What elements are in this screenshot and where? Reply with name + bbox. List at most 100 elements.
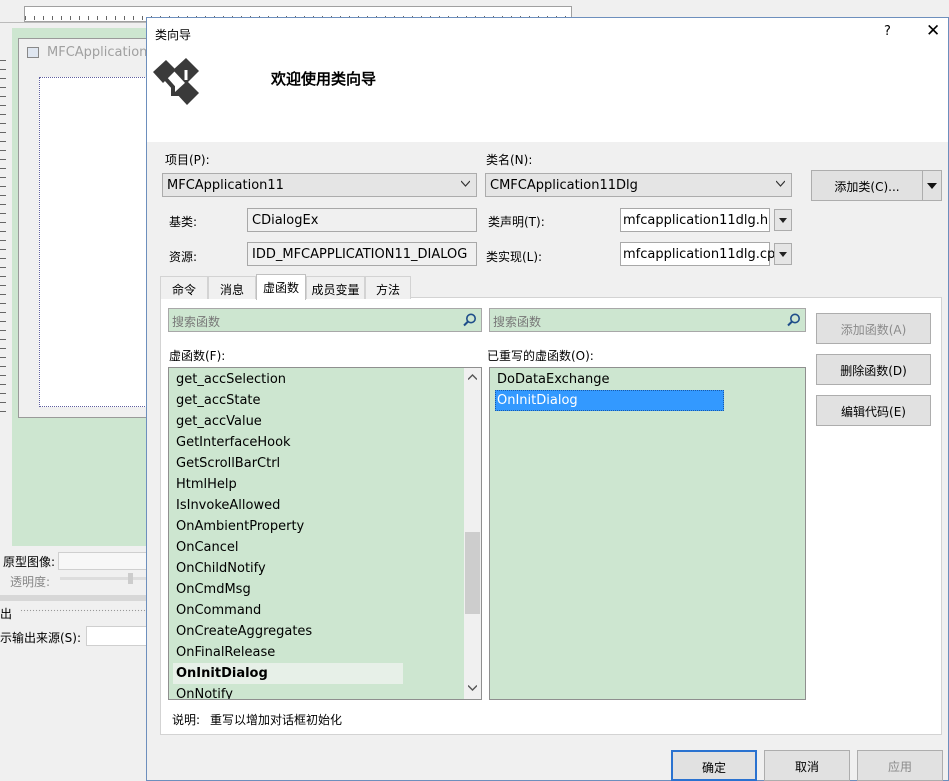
tab-member-variables[interactable]: 成员变量 (306, 276, 365, 299)
class-declaration-label: 类声明(T): (488, 215, 545, 229)
list-item[interactable]: OnCmdMsg (176, 579, 251, 600)
close-button[interactable]: ✕ (926, 21, 940, 41)
project-label: 项目(P): (165, 153, 210, 167)
class-declaration-field[interactable]: mfcapplication11dlg.h (620, 208, 770, 232)
dialog-title: 类向导 (155, 28, 192, 42)
list-item[interactable]: OnChildNotify (176, 558, 266, 579)
chevron-down-icon (776, 180, 785, 187)
list-item[interactable]: OnCreateAggregates (176, 621, 312, 642)
classname-label: 类名(N): (486, 153, 533, 167)
class-wizard-dialog: 类向导 ? ✕ 欢迎使用类向导 项目(P): MFCApplication11 … (146, 17, 949, 781)
scrollbar-thumb[interactable] (465, 532, 480, 614)
add-class-label: 添加类(C)... (834, 180, 900, 194)
description-value: 重写以增加对话框初始化 (210, 713, 343, 727)
virtual-functions-list[interactable]: get_accSelection get_accState get_accVal… (168, 367, 482, 700)
resource-field: IDD_MFCAPPLICATION11_DIALOG (247, 242, 477, 266)
output-source-label: 示输出来源(S): (0, 631, 82, 645)
list-item[interactable]: HtmlHelp (176, 474, 237, 495)
prototype-image-field[interactable] (58, 552, 148, 570)
list-item[interactable]: OnCommand (176, 600, 261, 621)
design-form-title: MFCApplication1 (47, 45, 156, 60)
classname-value: CMFCApplication11Dlg (490, 178, 638, 193)
tab-virtual-functions[interactable]: 虚函数 (256, 274, 306, 300)
scroll-down-icon[interactable] (468, 683, 477, 692)
help-button[interactable]: ? (884, 24, 891, 39)
apply-button[interactable]: 应用 (857, 750, 943, 781)
prototype-image-label: 原型图像: (3, 555, 56, 569)
list-item[interactable]: OnAmbientProperty (176, 516, 304, 537)
base-class-value: CDialogEx (252, 213, 319, 228)
search-icon[interactable] (786, 312, 802, 328)
form-app-icon (27, 47, 39, 58)
list-item[interactable]: DoDataExchange (497, 369, 610, 390)
description-label: 说明: (172, 713, 201, 727)
list-item[interactable]: GetInterfaceHook (176, 432, 291, 453)
search-virtual-functions-input[interactable]: 搜索函数 (168, 308, 482, 332)
list-item-selected[interactable]: OnInitDialog (497, 390, 578, 411)
overridden-functions-label: 已重写的虚函数(O): (487, 349, 594, 363)
edit-code-button[interactable]: 编辑代码(E) (816, 395, 931, 426)
classname-combo[interactable]: CMFCApplication11Dlg (485, 173, 792, 197)
edit-code-label: 编辑代码(E) (841, 405, 906, 419)
class-declaration-dropdown[interactable] (774, 209, 792, 231)
opacity-label: 透明度: (10, 575, 51, 589)
design-form[interactable]: MFCApplication1 (18, 38, 156, 418)
output-panel-grip (20, 609, 148, 613)
list-item[interactable]: IsInvokeAllowed (176, 495, 280, 516)
opacity-slider-track[interactable] (60, 577, 148, 580)
tab-label: 虚函数 (262, 281, 299, 295)
list-item[interactable]: GetScrollBarCtrl (176, 453, 280, 474)
list-item-overridden[interactable]: OnInitDialog (176, 663, 268, 684)
dialog-header: 类向导 ? ✕ 欢迎使用类向导 (147, 18, 948, 142)
tab-messages[interactable]: 消息 (208, 276, 256, 299)
base-class-field: CDialogEx (247, 208, 477, 232)
output-source-combo[interactable] (86, 626, 148, 646)
class-implementation-label: 类实现(L): (486, 250, 543, 264)
class-implementation-value: mfcapplication11dlg.cpp (623, 247, 784, 262)
resource-label: 资源: (169, 250, 198, 264)
output-panel-label: 出 (0, 607, 13, 621)
class-implementation-dropdown[interactable] (774, 243, 792, 265)
class-declaration-value: mfcapplication11dlg.h (623, 213, 769, 228)
list-item[interactable]: get_accValue (176, 411, 262, 432)
tab-label: 方法 (375, 283, 400, 297)
tab-commands[interactable]: 命令 (160, 276, 208, 299)
design-dialog-canvas[interactable] (39, 77, 149, 407)
list-item[interactable]: OnCancel (176, 537, 239, 558)
list-item[interactable]: OnNotify (176, 684, 233, 699)
list-item[interactable]: get_accSelection (176, 369, 286, 390)
add-function-button[interactable]: 添加函数(A) (816, 313, 931, 344)
opacity-slider-thumb[interactable] (128, 573, 133, 584)
virtual-functions-scrollbar[interactable] (464, 368, 481, 699)
scroll-up-icon[interactable] (468, 373, 477, 382)
tab-label: 消息 (219, 283, 244, 297)
chevron-down-icon (461, 180, 470, 187)
search-placeholder: 搜索函数 (172, 315, 221, 329)
list-item[interactable]: OnFinalRelease (176, 642, 275, 663)
add-class-dropdown[interactable] (922, 170, 942, 201)
ok-label: 确定 (701, 761, 726, 775)
dropdown-arrow-icon (927, 183, 937, 189)
overridden-functions-list[interactable]: DoDataExchange OnInitDialog (489, 367, 806, 700)
tab-methods[interactable]: 方法 (365, 276, 411, 299)
virtual-functions-label: 虚函数(F): (169, 349, 226, 363)
search-overridden-functions-input[interactable]: 搜索函数 (489, 308, 806, 332)
ok-button[interactable]: 确定 (671, 750, 757, 781)
vertical-ruler (0, 60, 6, 420)
tab-label: 命令 (171, 283, 196, 297)
delete-function-button[interactable]: 删除函数(D) (816, 354, 931, 385)
cancel-button[interactable]: 取消 (764, 750, 850, 781)
dropdown-arrow-icon (779, 252, 787, 257)
tab-label: 成员变量 (311, 283, 360, 297)
add-function-label: 添加函数(A) (840, 323, 907, 337)
welcome-heading: 欢迎使用类向导 (271, 70, 377, 88)
search-icon[interactable] (462, 312, 478, 328)
project-combo[interactable]: MFCApplication11 (162, 173, 477, 197)
class-wizard-icon (153, 58, 199, 105)
class-implementation-field[interactable]: mfcapplication11dlg.cpp (620, 242, 784, 266)
base-class-label: 基类: (169, 215, 198, 229)
add-class-button[interactable]: 添加类(C)... (811, 170, 923, 201)
list-item[interactable]: get_accState (176, 390, 261, 411)
search-placeholder: 搜索函数 (493, 315, 542, 329)
delete-function-label: 删除函数(D) (840, 364, 907, 378)
